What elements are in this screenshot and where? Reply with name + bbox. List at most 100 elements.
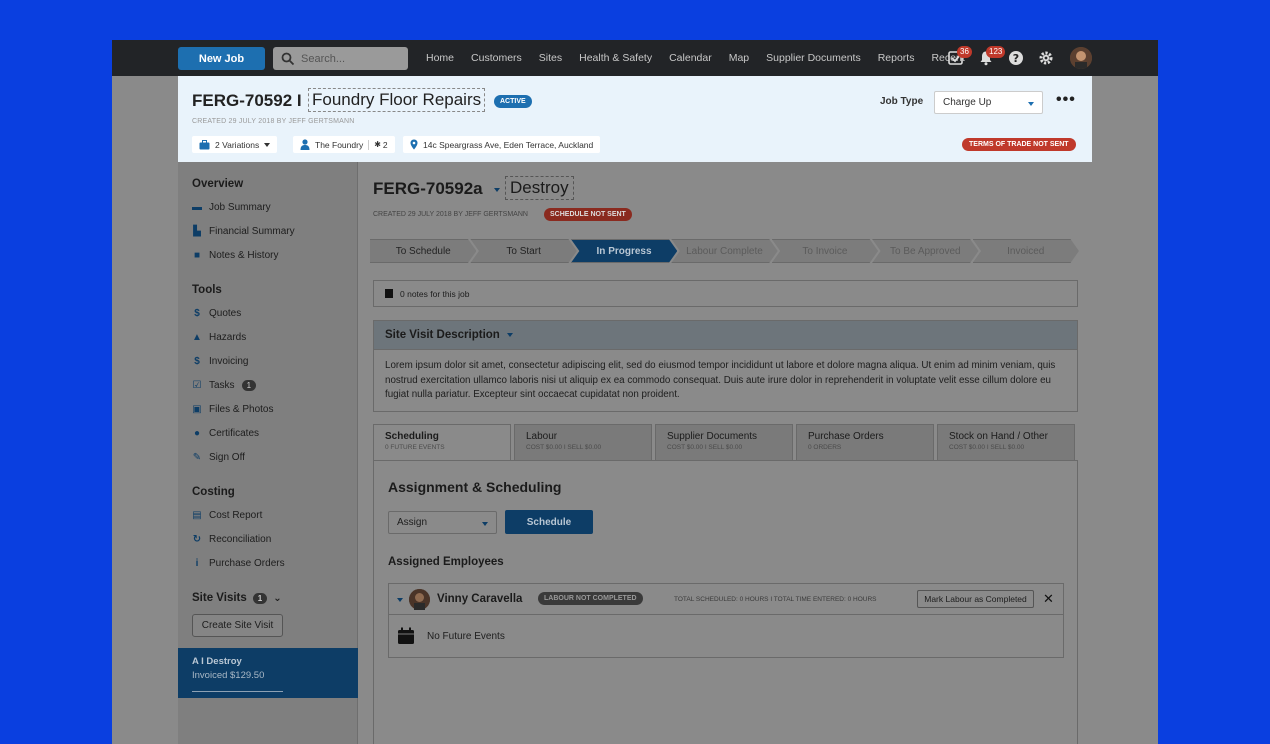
- sidebar-item-notes-history[interactable]: ■ Notes & History: [192, 248, 279, 262]
- pin-icon: ✱: [374, 140, 381, 149]
- visit-title-editable[interactable]: Destroy: [505, 176, 574, 200]
- sidebar-item-tasks[interactable]: ☑ Tasks 1: [192, 378, 257, 392]
- sidebar-item-sign-off[interactable]: ✎ Sign Off: [192, 450, 245, 464]
- tab-sub: COST $0.00 I SELL $0.00: [526, 444, 602, 451]
- site-visits-count: 1: [252, 592, 268, 604]
- sidebar-item-financial-summary[interactable]: ▙ Financial Summary: [192, 224, 295, 238]
- nav-health-safety[interactable]: Health & Safety: [579, 52, 652, 64]
- job-title-editable[interactable]: Foundry Floor Repairs: [308, 88, 486, 112]
- chevron-down-icon: [506, 333, 513, 337]
- stage-to-invoice[interactable]: To Invoice: [771, 239, 879, 263]
- stage-to-start[interactable]: To Start: [470, 239, 577, 263]
- stage-labour-complete[interactable]: Labour Complete: [671, 239, 778, 263]
- customer-chip[interactable]: The Foundry ✱ 2: [293, 136, 395, 153]
- tab-label: Purchase Orders: [808, 431, 884, 442]
- tab-sub: COST $0.00 I SELL $0.00: [667, 444, 743, 451]
- sidebar-item-files-photos[interactable]: ▣ Files & Photos: [192, 402, 273, 416]
- pen-icon: ✎: [192, 451, 202, 463]
- more-options-button[interactable]: •••: [1056, 91, 1076, 109]
- sidebar-item-purchase-orders[interactable]: i Purchase Orders: [192, 556, 285, 570]
- certificate-icon: ●: [193, 427, 201, 439]
- notes-bar[interactable]: 0 notes for this job: [373, 280, 1078, 307]
- tab-scheduling[interactable]: Scheduling 0 FUTURE EVENTS: [373, 424, 511, 460]
- help-icon[interactable]: ?: [1008, 50, 1024, 66]
- tasks-count-badge: 36: [957, 46, 972, 58]
- sidebar-item-job-summary[interactable]: ▬ Job Summary: [192, 200, 271, 214]
- tab-purchase-orders[interactable]: Purchase Orders 0 ORDERS: [796, 424, 934, 460]
- user-avatar[interactable]: [1070, 47, 1092, 69]
- assign-select[interactable]: Assign: [388, 511, 497, 534]
- dollar-icon: $: [194, 355, 200, 367]
- chevron-down-icon: [482, 522, 488, 526]
- schedule-button[interactable]: Schedule: [505, 510, 593, 534]
- nav-customers[interactable]: Customers: [471, 52, 522, 64]
- contacts-count-value: 2: [382, 139, 388, 150]
- job-type-select[interactable]: Charge Up: [934, 91, 1043, 114]
- assigned-employees-title: Assigned Employees: [388, 556, 504, 568]
- tab-supplier-documents[interactable]: Supplier Documents COST $0.00 I SELL $0.…: [655, 424, 793, 460]
- sidebar-item-label: Sign Off: [209, 451, 245, 463]
- sidebar-section-site-visits[interactable]: Site Visits 1 ⌄: [192, 592, 282, 604]
- site-visit-description-header[interactable]: Site Visit Description: [373, 320, 1078, 350]
- stage-in-progress[interactable]: In Progress: [570, 239, 678, 263]
- nav-calendar[interactable]: Calendar: [669, 52, 712, 64]
- chevron-down-icon[interactable]: [494, 188, 500, 192]
- close-icon[interactable]: ✕: [1043, 591, 1054, 607]
- nav-home[interactable]: Home: [426, 52, 454, 64]
- nav-map[interactable]: Map: [729, 52, 749, 64]
- dollar-icon: $: [194, 307, 200, 319]
- labour-status-badge: LABOUR NOT COMPLETED: [538, 592, 643, 605]
- sidebar-item-label: Purchase Orders: [209, 557, 285, 569]
- chevron-down-icon[interactable]: [397, 598, 403, 602]
- employee-name[interactable]: Vinny Caravella: [437, 593, 522, 605]
- user-avatar-image: [1070, 47, 1092, 69]
- sidebar-item-quotes[interactable]: $ Quotes: [192, 306, 241, 320]
- svg-text:?: ?: [1013, 52, 1019, 65]
- sidebar-item-label: Financial Summary: [209, 225, 295, 237]
- tab-labour[interactable]: Labour COST $0.00 I SELL $0.00: [514, 424, 652, 460]
- stage-to-be-approved[interactable]: To Be Approved: [872, 239, 979, 263]
- tab-label: Scheduling: [385, 431, 439, 442]
- sidebar-item-hazards[interactable]: ▲ Hazards: [192, 330, 246, 344]
- create-site-visit-button[interactable]: Create Site Visit: [192, 614, 283, 637]
- sidebar-item-invoicing[interactable]: $ Invoicing: [192, 354, 248, 368]
- nav-supplier-documents[interactable]: Supplier Documents: [766, 52, 861, 64]
- site-visit-card-selected[interactable]: A I Destroy Invoiced $129.50: [178, 648, 358, 698]
- sidebar-item-label: Hazards: [209, 331, 247, 343]
- sidebar-section-tools: Tools: [192, 284, 222, 296]
- tab-sub: 0 ORDERS: [808, 444, 842, 451]
- sidebar-item-label: Notes & History: [209, 249, 279, 261]
- sidebar-item-label: Reconciliation: [209, 533, 272, 545]
- contacts-count[interactable]: ✱ 2: [368, 139, 388, 150]
- notes-count: 0 notes for this job: [400, 288, 470, 299]
- sidebar: Overview ▬ Job Summary ▙ Financial Summa…: [178, 162, 358, 744]
- sidebar-item-label: Invoicing: [209, 355, 249, 367]
- employee-totals: TOTAL SCHEDULED: 0 HOURS I TOTAL TIME EN…: [674, 596, 877, 603]
- nav-sites[interactable]: Sites: [539, 52, 562, 64]
- checkbox-icon: ☑: [192, 379, 202, 391]
- stage-to-schedule[interactable]: To Schedule: [370, 239, 477, 263]
- tab-stock-on-hand[interactable]: Stock on Hand / Other COST $0.00 I SELL …: [937, 424, 1075, 460]
- variations-dropdown[interactable]: 2 Variations: [192, 136, 278, 153]
- settings-gear-icon[interactable]: [1038, 50, 1054, 66]
- stage-invoiced[interactable]: Invoiced: [972, 239, 1079, 263]
- mark-labour-complete-button[interactable]: Mark Labour as Completed: [917, 590, 1034, 608]
- sidebar-item-certificates[interactable]: ● Certificates: [192, 426, 259, 440]
- search-input[interactable]: Search...: [273, 47, 408, 70]
- app-window: New Job Search... Home Customers Sites H…: [112, 40, 1158, 744]
- tab-sub: COST $0.00 I SELL $0.00: [949, 444, 1025, 451]
- site-address: 14c Speargrass Ave, Eden Terrace, Auckla…: [423, 139, 594, 150]
- sidebar-section-overview: Overview: [192, 178, 244, 190]
- site-visits-title: Site Visits: [192, 592, 247, 604]
- calendar-icon: [398, 627, 414, 644]
- address-chip[interactable]: 14c Speargrass Ave, Eden Terrace, Auckla…: [403, 136, 601, 153]
- notifications-count-badge: 123: [986, 46, 1006, 58]
- image-icon: ▣: [192, 403, 202, 415]
- new-job-button[interactable]: New Job: [178, 47, 265, 70]
- chevron-down-icon: [264, 142, 271, 147]
- no-future-events: No Future Events: [427, 631, 505, 642]
- nav-reports[interactable]: Reports: [878, 52, 915, 64]
- sidebar-item-cost-report[interactable]: ▤ Cost Report: [192, 508, 262, 522]
- variations-label: 2 Variations: [215, 139, 260, 150]
- sidebar-item-reconciliation[interactable]: ↻ Reconciliation: [192, 532, 271, 546]
